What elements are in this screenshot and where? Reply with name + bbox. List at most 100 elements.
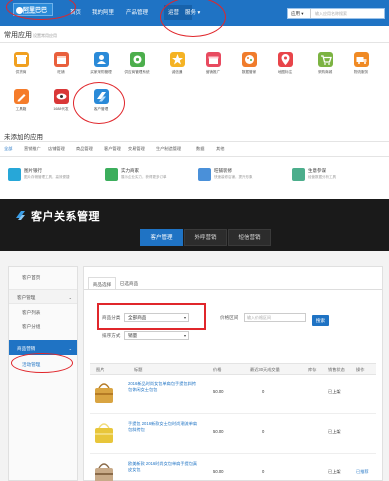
crm-tab-outbound[interactable]: 外呼营销 xyxy=(184,229,227,246)
badge-icon xyxy=(105,168,118,181)
highlight-circle-campaigns xyxy=(11,353,73,373)
cart-icon xyxy=(317,52,333,67)
section-divider xyxy=(0,156,389,157)
service-card[interactable]: 图片银行 图片存储管理工具，高效便捷 xyxy=(8,168,80,190)
product-price: 50.00 xyxy=(213,469,224,474)
sidebar-group-label: 客户管理 xyxy=(17,295,36,300)
chevron-down-icon: ⌄ xyxy=(68,295,72,300)
filter-price-input[interactable]: 输入价格区间 xyxy=(244,313,306,322)
app-tile[interactable]: 营销推广 xyxy=(196,52,230,86)
category-tab[interactable]: 客户管理 xyxy=(104,146,121,152)
category-tab[interactable]: 商品管理 xyxy=(76,146,93,152)
table-row[interactable]: 手提包 2016新款女士包时尚潮流单肩包斜挎包 50.00 0 已上架 xyxy=(90,416,376,454)
app-label: 物流服务 xyxy=(353,70,369,74)
category-tab[interactable]: 生产制造管理 xyxy=(156,146,181,152)
service-name: 实力商家 xyxy=(121,168,139,173)
app-tile[interactable]: 采购商城 xyxy=(308,52,342,86)
service-card[interactable]: 旺铺装修 快速装修店铺，提升形象 xyxy=(198,168,270,190)
product-volume: 0 xyxy=(262,469,265,474)
product-title-link[interactable]: 手提包 2016新款女士包时尚潮流单肩包斜挎包 xyxy=(128,421,198,432)
app-label: 买家采购管理 xyxy=(90,70,112,74)
highlight-box-filter xyxy=(97,303,206,330)
shop-icon xyxy=(13,52,29,67)
leaf-icon xyxy=(292,168,305,181)
app-label: 数据管家 xyxy=(241,70,257,74)
app-label: 供货商 xyxy=(15,70,27,74)
crm-tab-customers[interactable]: 客户管理 xyxy=(140,229,183,246)
category-tab[interactable]: 店铺管理 xyxy=(48,146,65,152)
app-tile[interactable]: 工具箱 xyxy=(4,89,38,123)
product-price: 50.00 xyxy=(213,389,224,394)
table-row[interactable]: 欧美新款 2016时尚女包单肩手提包真皮女包 50.00 0 已上架 已推荐 xyxy=(90,456,376,481)
calendar-icon xyxy=(53,52,69,67)
app-tile[interactable]: 诚信通 xyxy=(160,52,194,86)
product-volume: 0 xyxy=(262,389,265,394)
table-row[interactable]: 2016新品时尚女包单肩包手提包斜挎包休闲女士包包 50.00 0 已上架 xyxy=(90,376,376,414)
app-tile[interactable]: 地图标注 xyxy=(268,52,302,86)
filter-sort-select[interactable]: 销量 ▾ xyxy=(124,331,189,340)
category-tab[interactable]: 交易管理 xyxy=(128,146,145,152)
gear-icon xyxy=(129,52,145,67)
nav-product-management[interactable]: 产品管理 xyxy=(126,8,148,18)
app-tile[interactable]: 物流服务 xyxy=(344,52,378,86)
table-header-cell: 价格 xyxy=(213,367,222,372)
service-card[interactable]: 生意参谋 经营数据分析工具 xyxy=(292,168,364,190)
sidebar-item-home[interactable]: 客户首页 xyxy=(9,271,77,284)
crm-main-panel: 商品选择 已选商品 商品分类 全部商品 ▾ 价格区间 输入价格区间 搜索 排序方式… xyxy=(83,266,383,481)
eye-icon xyxy=(53,89,69,104)
product-status: 已上架 xyxy=(328,469,341,474)
search-scope-select[interactable]: 应用 ▾ xyxy=(288,9,311,18)
section-divider xyxy=(0,42,389,43)
chevron-down-icon: ⌄ xyxy=(68,346,72,351)
sidebar-item-customer-groups[interactable]: 客户分组 xyxy=(9,320,77,333)
app-label: 诚信通 xyxy=(171,70,183,74)
product-image xyxy=(95,423,113,443)
search-button[interactable]: 搜索 xyxy=(312,315,329,326)
app-tile[interactable]: 数据管家 xyxy=(232,52,266,86)
subtab-divider xyxy=(84,289,382,290)
product-status: 已上架 xyxy=(328,389,341,394)
image-icon xyxy=(8,168,21,181)
sidebar-group-customers[interactable]: 客户管理 ⌄ xyxy=(9,289,77,304)
location-icon xyxy=(277,52,293,67)
app-label: 供应商管理系统 xyxy=(124,70,150,74)
crm-tab-sms[interactable]: 短信营销 xyxy=(228,229,271,246)
highlight-circle-crm-app xyxy=(73,82,125,124)
highlight-circle-services xyxy=(160,0,226,37)
app-label: 地图标注 xyxy=(277,70,293,74)
product-title-link[interactable]: 2016新品时尚女包单肩包手提包斜挎包休闲女士包包 xyxy=(128,381,198,392)
cube-icon xyxy=(198,168,211,181)
palette-icon xyxy=(241,52,257,67)
app-tile[interactable]: 供应商管理系统 xyxy=(120,52,154,86)
service-card[interactable]: 实力商家 展示企业实力，获得更多订单 xyxy=(105,168,177,190)
pencil-icon xyxy=(13,89,29,104)
service-desc: 快速装修店铺，提升形象 xyxy=(214,175,253,179)
person-icon xyxy=(93,52,109,67)
product-action-link[interactable]: 已推荐 xyxy=(356,469,369,475)
category-tab[interactable]: 全部 xyxy=(4,146,12,152)
search-scope-label: 应用 xyxy=(291,11,300,16)
app-label: 营销推广 xyxy=(205,70,221,74)
common-apps-settings-link[interactable]: 设置常用应用 xyxy=(33,33,57,39)
search-input[interactable]: 输入应用名称搜索 xyxy=(315,9,347,18)
crm-sidebar: 客户首页 客户管理 ⌄ 客户列表 客户分组 商品营销 ⌄ 活动管理 xyxy=(8,266,78,481)
table-header-cell: 销售状态 xyxy=(328,367,345,372)
service-desc: 经营数据分析工具 xyxy=(308,175,336,179)
category-tab[interactable]: 数据 xyxy=(196,146,204,152)
table-header-cell: 库存 xyxy=(308,367,317,372)
app-tile[interactable]: 供货商 xyxy=(4,52,38,86)
crm-title: 客户关系管理 xyxy=(31,211,100,223)
app-tile[interactable]: 旺铺 xyxy=(44,52,78,86)
sidebar-item-customer-list[interactable]: 客户列表 xyxy=(9,306,77,319)
product-status: 已上架 xyxy=(328,429,341,434)
product-title-link[interactable]: 欧美新款 2016时尚女包单肩手提包真皮女包 xyxy=(128,461,198,472)
service-name: 生意参谋 xyxy=(308,168,326,173)
app-label: 旺铺 xyxy=(57,70,65,74)
product-image xyxy=(95,463,113,481)
nav-my-alibaba[interactable]: 我的阿里 xyxy=(92,8,114,18)
common-apps-title: 常用应用 xyxy=(4,32,32,39)
app-tile[interactable]: 买家采购管理 xyxy=(84,52,118,86)
category-tab[interactable]: 其他 xyxy=(216,146,224,152)
filter-price-label: 价格区间 xyxy=(220,315,239,320)
category-tab[interactable]: 营销推广 xyxy=(24,146,41,152)
